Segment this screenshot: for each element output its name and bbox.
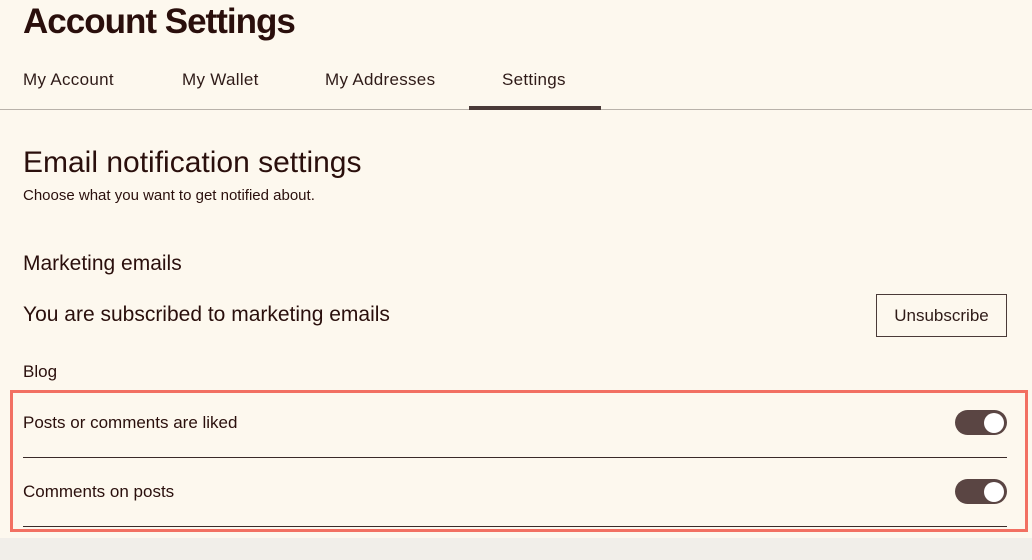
setting-row-comments-on-posts: Comments on posts xyxy=(23,465,1007,527)
blog-heading: Blog xyxy=(23,362,58,381)
unsubscribe-button[interactable]: Unsubscribe xyxy=(876,294,1007,337)
marketing-emails-heading: Marketing emails xyxy=(23,252,182,275)
section-subtitle: Choose what you want to get notified abo… xyxy=(23,187,315,204)
setting-row-posts-liked: Posts or comments are liked xyxy=(23,396,1007,458)
tab-my-account[interactable]: My Account xyxy=(23,70,114,90)
tab-my-addresses[interactable]: My Addresses xyxy=(325,70,435,90)
setting-label-posts-liked: Posts or comments are liked xyxy=(23,413,238,432)
setting-label-comments-on-posts: Comments on posts xyxy=(23,482,175,501)
marketing-status-text: You are subscribed to marketing emails xyxy=(23,303,390,326)
toggle-posts-liked[interactable] xyxy=(955,410,1007,435)
page-title: Account Settings xyxy=(23,2,296,41)
tab-settings[interactable]: Settings xyxy=(502,70,566,90)
active-tab-indicator xyxy=(469,106,601,110)
bottom-strip xyxy=(0,538,1032,560)
tab-bar: My Account My Wallet My Addresses Settin… xyxy=(0,58,1032,110)
toggle-comments-on-posts[interactable] xyxy=(955,479,1007,504)
section-title: Email notification settings xyxy=(23,146,362,179)
toggle-knob xyxy=(984,481,1004,502)
toggle-knob xyxy=(984,412,1004,433)
tab-my-wallet[interactable]: My Wallet xyxy=(182,70,259,90)
